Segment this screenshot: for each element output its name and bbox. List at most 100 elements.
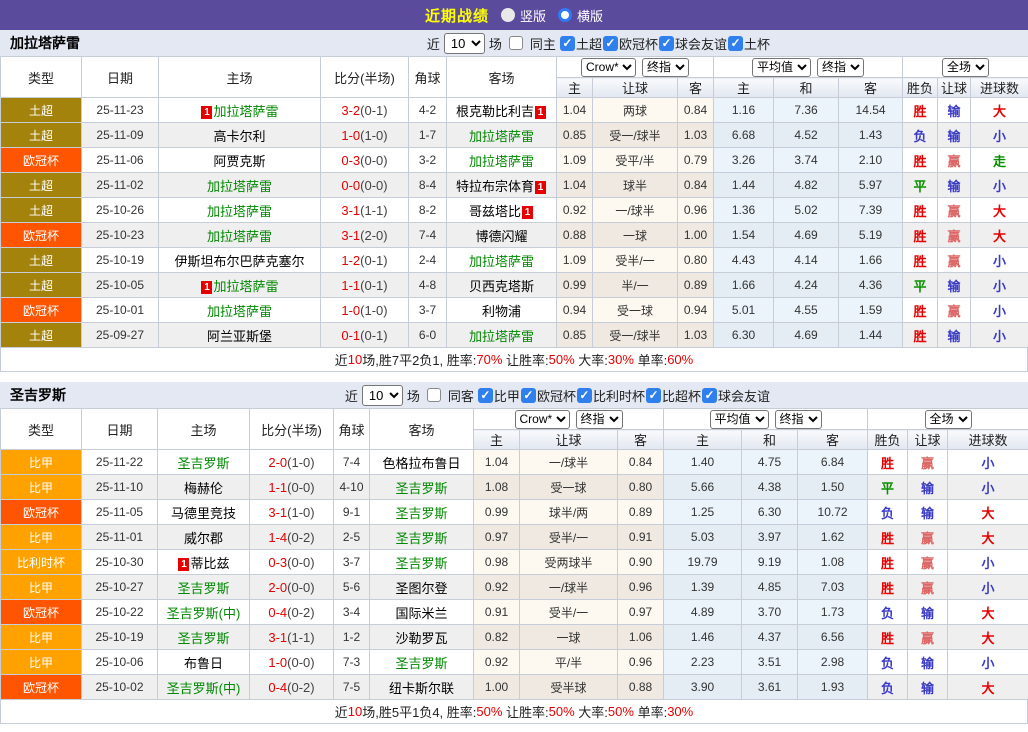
league-checkbox[interactable]: ✓: [559, 35, 575, 51]
home-team-name[interactable]: 梅赫伦: [184, 481, 223, 496]
radio-unselected-icon[interactable]: [500, 8, 515, 22]
corners-cell: 6-0: [408, 322, 447, 348]
home-team-name[interactable]: 蒂比兹: [190, 556, 229, 571]
home-team-name[interactable]: 威尔郡: [184, 531, 223, 546]
away-team-name[interactable]: 圣吉罗斯: [395, 556, 447, 571]
away-team-name[interactable]: 根克勒比利吉: [456, 104, 534, 119]
sub-header-avg-home: 主: [663, 429, 743, 450]
home-team-name[interactable]: 高卡尔利: [213, 129, 265, 144]
same-venue-checkbox[interactable]: [508, 36, 523, 50]
handicap-home-odds: 1.08: [473, 474, 520, 500]
layout-radio-horizontal[interactable]: 横版: [558, 6, 603, 25]
away-team-name[interactable]: 加拉塔萨雷: [469, 154, 534, 169]
match-row: 土超 25-11-02 加拉塔萨雷 0-0(0-0) 8-4 特拉布宗体育 1 1.04 球半 0…: [0, 172, 1028, 198]
match-count-select[interactable]: 10: [443, 32, 485, 54]
average-select-cell: 平均值 终指: [713, 56, 904, 78]
away-team-name[interactable]: 加拉塔萨雷: [469, 329, 534, 344]
league-checkbox[interactable]: ✓: [602, 35, 618, 51]
away-team-name[interactable]: 加拉塔萨雷: [469, 129, 534, 144]
league-checkbox[interactable]: ✓: [645, 387, 661, 403]
home-team-name[interactable]: 圣吉罗斯: [177, 631, 229, 646]
result-winloss: 胜: [902, 147, 939, 173]
away-team-name[interactable]: 利物浦: [482, 304, 521, 319]
home-team-name[interactable]: 加拉塔萨雷: [213, 279, 278, 294]
away-team-name[interactable]: 贝西克塔斯: [469, 279, 534, 294]
home-team-name[interactable]: 伊斯坦布尔巴萨克塞尔: [174, 254, 304, 269]
home-team-name[interactable]: 圣吉罗斯: [177, 581, 229, 596]
home-team-name[interactable]: 圣吉罗斯: [177, 456, 229, 471]
home-team-name[interactable]: 阿兰亚斯堡: [207, 329, 272, 344]
home-team-name[interactable]: 加拉塔萨雷: [207, 179, 272, 194]
home-team-name[interactable]: 加拉塔萨雷: [207, 229, 272, 244]
away-team-name[interactable]: 哥兹塔比: [469, 204, 521, 219]
away-team-name[interactable]: 圣图尔登: [395, 581, 447, 596]
final-odds-select-2[interactable]: 终指: [774, 409, 822, 429]
away-team-name[interactable]: 特拉布宗体育: [456, 179, 534, 194]
result-winloss: 负: [902, 122, 939, 148]
home-team-name[interactable]: 阿贾克斯: [213, 154, 265, 169]
home-team-cell: 圣吉罗斯: [157, 574, 250, 600]
away-team-name[interactable]: 圣吉罗斯: [395, 656, 447, 671]
section-head: 加拉塔萨雷 近 10 场 同主 ✓ 土超 ✓ 欧冠杯 ✓ 球会友谊 ✓ 土杯: [0, 30, 1028, 56]
bookmaker-select[interactable]: Crow*: [581, 57, 636, 77]
league-checkbox[interactable]: ✓: [520, 387, 536, 403]
league-checkbox[interactable]: ✓: [477, 387, 493, 403]
layout-radio-vertical[interactable]: 竖版: [500, 6, 546, 25]
result-goals: 大: [947, 499, 1028, 525]
scope-select[interactable]: 全场: [942, 57, 990, 77]
final-odds-select-2[interactable]: 终指: [817, 57, 865, 77]
fulltime-score: 1-0: [341, 127, 361, 143]
summary-segment: 大率:: [574, 353, 608, 368]
league-type-cell: 欧冠杯: [0, 599, 82, 625]
handicap-away-odds: 1.03: [676, 122, 715, 148]
league-checkbox[interactable]: ✓: [576, 387, 592, 403]
match-count-select[interactable]: 10: [361, 384, 403, 406]
home-team-name[interactable]: 圣吉罗斯(中): [167, 681, 241, 696]
score-cell: 0-4(0-2): [249, 674, 334, 700]
away-team-name[interactable]: 圣吉罗斯: [395, 481, 447, 496]
final-odds-select[interactable]: 终指: [575, 409, 623, 429]
league-checkbox[interactable]: ✓: [701, 387, 717, 403]
league-label: 土杯: [743, 36, 770, 52]
average-select[interactable]: 平均值: [752, 57, 812, 77]
league-type-cell: 欧冠杯: [0, 674, 82, 700]
same-venue-checkbox[interactable]: [426, 388, 441, 402]
avg-away-odds: 7.39: [838, 197, 904, 223]
away-team-name[interactable]: 色格拉布鲁日: [382, 456, 460, 471]
result-winloss: 负: [867, 599, 909, 625]
league-checkbox[interactable]: ✓: [727, 35, 743, 51]
home-team-cell: 加拉塔萨雷: [158, 222, 321, 248]
home-team-name[interactable]: 圣吉罗斯(中): [167, 606, 241, 621]
average-select[interactable]: 平均值: [709, 409, 769, 429]
away-team-name[interactable]: 圣吉罗斯: [395, 506, 447, 521]
away-team-name[interactable]: 加拉塔萨雷: [469, 254, 534, 269]
avg-away-odds: 7.03: [797, 574, 869, 600]
handicap-home-odds: 1.09: [556, 247, 593, 273]
home-team-cell: 1 蒂比兹: [157, 549, 250, 575]
date-cell: 25-11-02: [81, 172, 159, 198]
home-team-name[interactable]: 加拉塔萨雷: [213, 104, 278, 119]
away-team-name[interactable]: 纽卡斯尔联: [389, 681, 454, 696]
home-team-name[interactable]: 布鲁日: [184, 656, 223, 671]
corners-cell: 7-4: [408, 222, 447, 248]
sub-header-handicap-away: 客: [616, 429, 665, 450]
away-team-name[interactable]: 沙勒罗瓦: [395, 631, 447, 646]
away-team-name[interactable]: 圣吉罗斯: [395, 531, 447, 546]
radio-selected-icon[interactable]: [558, 8, 572, 22]
away-team-name[interactable]: 国际米兰: [395, 606, 447, 621]
bookmaker-select[interactable]: Crow*: [514, 409, 570, 429]
home-team-name[interactable]: 马德里竞技: [171, 506, 236, 521]
fulltime-score: 3-1: [268, 504, 288, 520]
fulltime-score: 3-1: [268, 629, 288, 645]
result-goals: 大: [970, 97, 1028, 123]
handicap-away-odds: 0.79: [676, 147, 715, 173]
home-team-name[interactable]: 加拉塔萨雷: [207, 304, 272, 319]
summary-segment: 场,胜5平1负4, 胜率:: [362, 705, 477, 720]
league-checkbox[interactable]: ✓: [658, 35, 674, 51]
away-team-name[interactable]: 博德闪耀: [475, 229, 527, 244]
final-odds-select[interactable]: 终指: [642, 57, 689, 77]
scope-select[interactable]: 全场: [924, 409, 972, 429]
halftime-score: (1-0): [360, 127, 388, 143]
home-team-name[interactable]: 加拉塔萨雷: [207, 204, 272, 219]
avg-home-odds: 6.30: [713, 322, 775, 348]
